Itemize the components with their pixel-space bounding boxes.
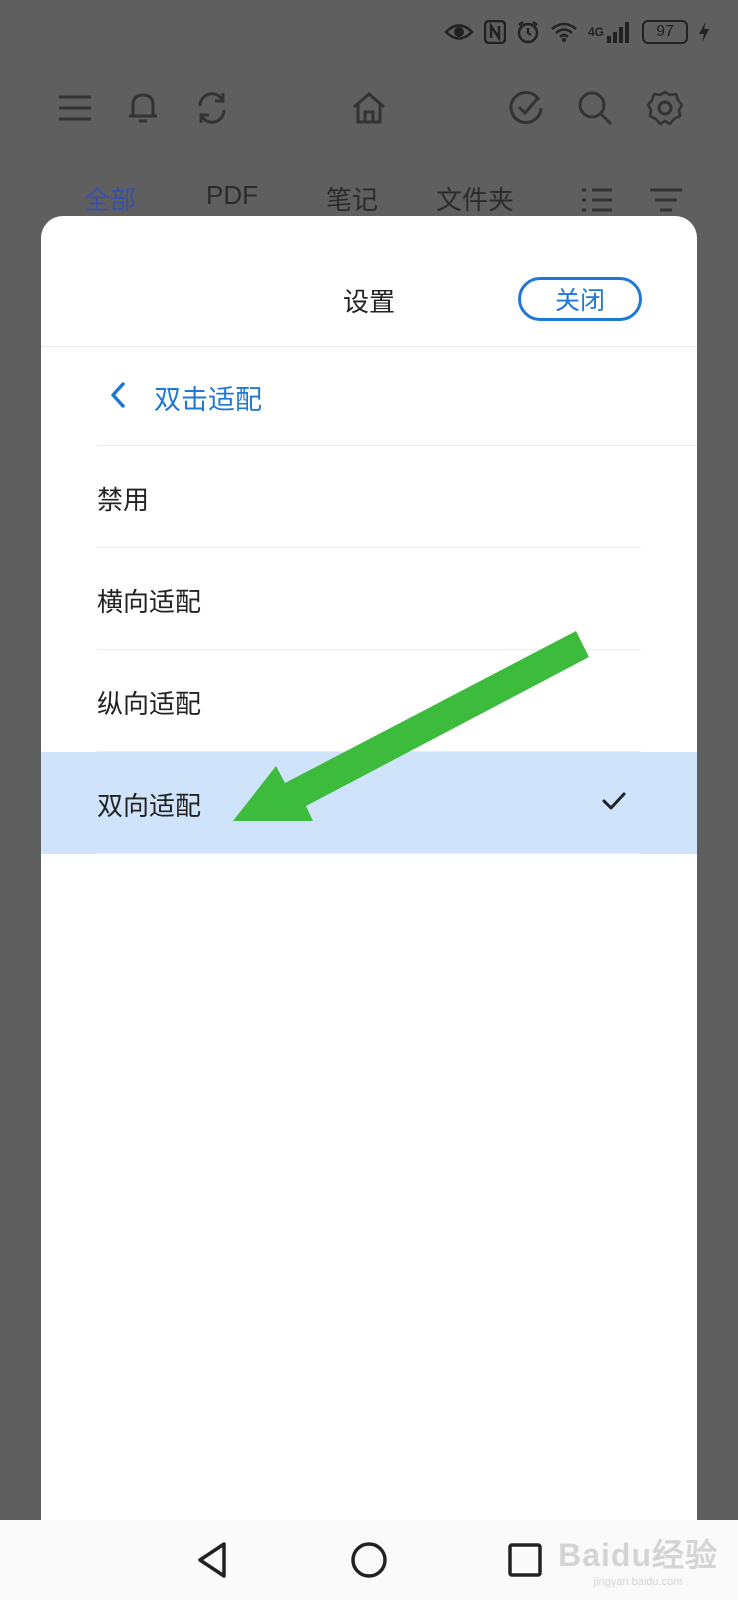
navigation-bar: Baidu经验 jingyan.baidu.com (0, 1520, 738, 1600)
eye-icon (444, 24, 474, 40)
option-vertical-fit[interactable]: 纵向适配 (41, 650, 697, 752)
watermark-logo: Baidu经验 (558, 1537, 718, 1573)
search-icon[interactable] (575, 88, 615, 128)
option-label: 禁用 (97, 486, 150, 516)
network-label: 4G (587, 25, 604, 39)
tab-pdf[interactable]: PDF (206, 180, 258, 211)
status-bar: 4G 97 (0, 0, 738, 70)
submenu-title: 双击适配 (154, 385, 262, 416)
home-icon[interactable] (349, 88, 389, 128)
status-icons: 4G 97 (444, 20, 710, 44)
option-label: 纵向适配 (97, 690, 202, 720)
check-circle-icon[interactable] (506, 88, 546, 128)
sync-icon[interactable] (192, 88, 232, 128)
app-toolbar (0, 70, 738, 170)
charging-icon (699, 21, 709, 43)
close-button[interactable]: 关闭 (518, 277, 642, 321)
wifi-icon (551, 22, 577, 42)
settings-sheet: 设置 关闭 双击适配 禁用 横向适配 纵向适配 双向适配 (41, 216, 697, 1600)
list-view-icon[interactable] (578, 184, 614, 216)
back-nav-icon[interactable] (192, 1538, 236, 1582)
option-horizontal-fit[interactable]: 横向适配 (41, 548, 697, 650)
back-row[interactable]: 双击适配 (41, 346, 697, 446)
alarm-icon (517, 21, 539, 44)
recents-nav-icon[interactable] (503, 1538, 547, 1582)
signal-icon (607, 22, 629, 43)
nfc-icon (483, 20, 506, 44)
menu-icon[interactable] (55, 88, 95, 128)
sort-icon[interactable] (648, 184, 684, 216)
sheet-header: 设置 关闭 (41, 216, 697, 347)
tab-folder[interactable]: 文件夹 (436, 180, 514, 217)
tab-notes[interactable]: 笔记 (326, 180, 378, 217)
watermark: Baidu经验 jingyan.baidu.com (558, 1530, 718, 1588)
tab-all[interactable]: 全部 (84, 180, 136, 217)
watermark-url: jingyan.baidu.com (593, 1576, 683, 1588)
divider (97, 853, 641, 854)
chevron-left-icon[interactable] (107, 380, 129, 410)
option-disable[interactable]: 禁用 (41, 446, 697, 548)
home-nav-icon[interactable] (347, 1538, 391, 1582)
option-label: 双向适配 (97, 792, 202, 822)
option-label: 横向适配 (97, 588, 202, 618)
checkmark-icon (602, 792, 626, 810)
option-both-fit[interactable]: 双向适配 (41, 752, 697, 854)
battery-level: 97 (656, 23, 674, 40)
bell-icon[interactable] (123, 88, 163, 128)
gear-icon[interactable] (645, 88, 685, 128)
battery-icon: 97 (642, 20, 688, 44)
